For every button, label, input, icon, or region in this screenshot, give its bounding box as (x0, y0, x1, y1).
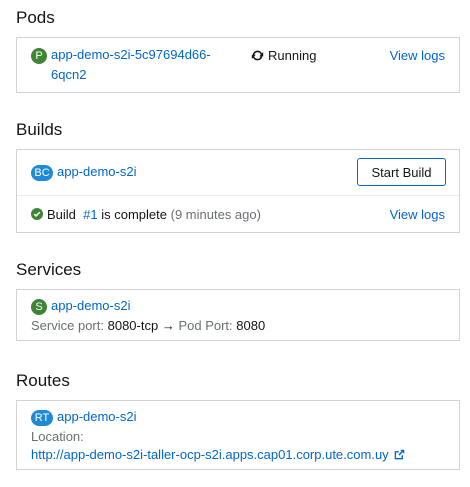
build-status-text: is complete (101, 207, 167, 222)
builds-card: BC app-demo-s2i Start Build Build #1 is c… (16, 149, 460, 233)
route-location-label: Location: (31, 429, 84, 444)
build-time: (9 minutes ago) (170, 207, 261, 222)
route-name-link[interactable]: app-demo-s2i (57, 409, 137, 424)
route-badge: RT (31, 409, 53, 426)
routes-card: RT app-demo-s2i Location: http://app-demo… (16, 400, 460, 470)
pod-status-text: Running (268, 48, 317, 63)
route-url-row: http://app-demo-s2i-taller-ocp-s2i.apps.… (31, 447, 405, 463)
sync-icon (251, 49, 264, 65)
service-name-link[interactable]: app-demo-s2i (51, 298, 131, 313)
start-build-button[interactable]: Start Build (357, 158, 446, 186)
service-item: Sapp-demo-s2i (31, 298, 131, 315)
pod-name-link[interactable]: app-demo-s2i-5c97694d66- (51, 47, 211, 62)
pod-item: Papp-demo-s2i-5c97694d66- (31, 47, 211, 64)
build-prefix: Build (47, 207, 76, 222)
build-view-logs-link[interactable]: View logs (390, 207, 445, 222)
service-port-label: Service port: (31, 318, 104, 333)
route-item: RT app-demo-s2i (31, 409, 137, 426)
builds-divider (17, 195, 459, 196)
routes-heading: Routes (16, 371, 70, 390)
builds-heading: Builds (16, 120, 63, 139)
build-config-link[interactable]: app-demo-s2i (57, 164, 137, 179)
service-port-row: Service port: 8080-tcp → Pod Port: 8080 (31, 318, 265, 333)
build-config-badge: BC (31, 164, 53, 181)
pod-port-label: Pod Port: (178, 318, 233, 333)
pod-port-value: 8080 (236, 318, 266, 333)
pod-status: Running (251, 48, 316, 65)
pod-badge: P (31, 47, 47, 64)
service-badge: S (31, 298, 47, 315)
pods-heading: Pods (16, 8, 55, 27)
check-circle-icon (31, 208, 43, 223)
pod-view-logs-link[interactable]: View logs (390, 48, 445, 63)
services-card: Sapp-demo-s2i Service port: 8080-tcp → P… (16, 289, 460, 341)
build-config-item: BC app-demo-s2i (31, 164, 137, 181)
service-port-value: 8080-tcp (107, 318, 159, 333)
services-heading: Services (16, 260, 82, 279)
pod-name-line1: app-demo-s2i-5c97694d66- (51, 47, 211, 62)
external-link-icon[interactable] (394, 448, 405, 463)
build-status-row: Build #1 is complete (9 minutes ago) (31, 207, 261, 223)
build-number-link[interactable]: #1 (83, 207, 97, 222)
arrow-right-icon: → (161, 318, 175, 333)
pod-name-line2[interactable]: 6qcn2 (51, 67, 86, 82)
route-url-link[interactable]: http://app-demo-s2i-taller-ocp-s2i.apps.… (31, 447, 389, 462)
pods-card: Papp-demo-s2i-5c97694d66- 6qcn2 Running … (16, 37, 460, 93)
pod-name-wrap: 6qcn2 (51, 67, 86, 82)
